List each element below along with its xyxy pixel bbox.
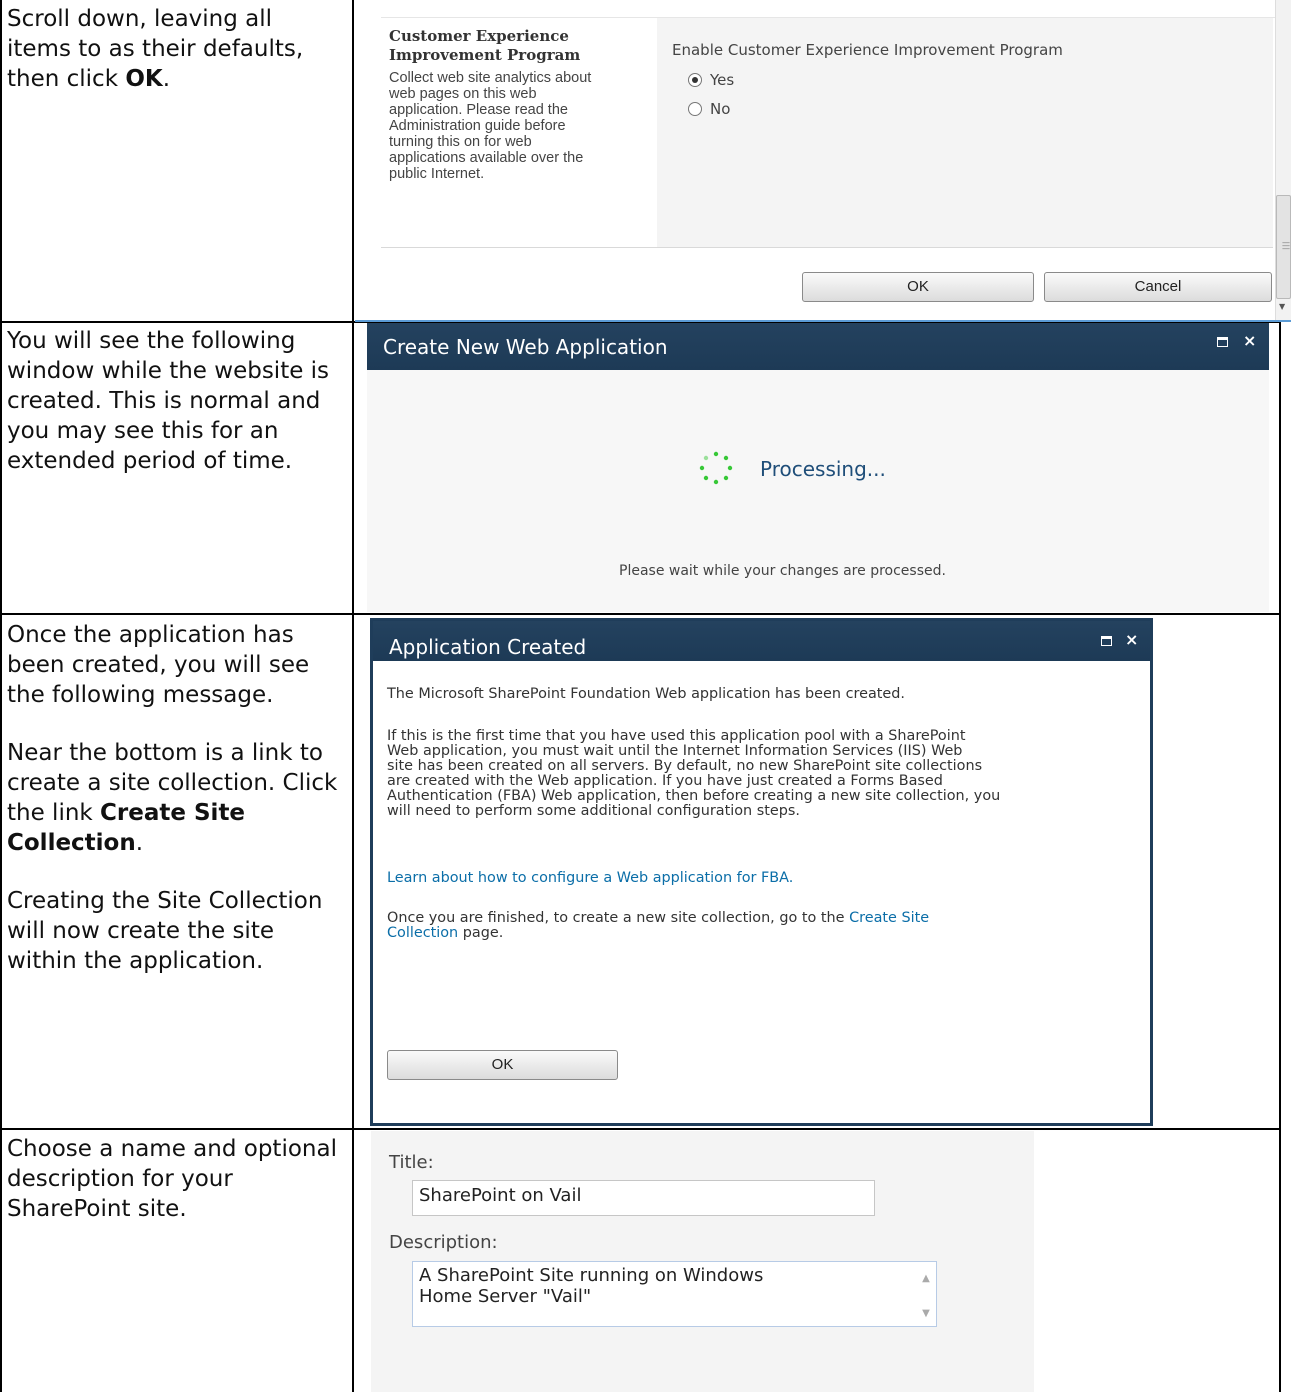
created-info-paragraph: If this is the first time that you have … [387,729,1147,819]
maximize-icon[interactable] [1101,636,1112,646]
cancel-button[interactable]: Cancel [1044,272,1272,302]
learn-fba-link[interactable]: Learn about how to configure a Web appli… [387,871,793,886]
info-line: site has been created on all servers. By… [387,758,983,774]
ceip-title-line: Customer Experience [389,27,569,45]
table-row-divider-2 [0,613,1281,615]
ceip-desc-line: Administration guide before [389,118,566,134]
info-line: Web application, you must wait until the… [387,743,963,759]
create-site-collection-link[interactable]: Collection [387,925,458,941]
textarea-scroll-up-icon[interactable]: ▲ [918,1273,934,1284]
ceip-title-line: Improvement Program [389,46,581,64]
description-label: Description: [389,1232,498,1253]
site-details-panel: Title: SharePoint on Vail Description: A… [371,1131,1034,1392]
instruction-row-2: You will see the following window while … [7,326,342,476]
ceip-option-label: Enable Customer Experience Improvement P… [672,41,1063,59]
finish-paragraph: Once you are finished, to create a new s… [387,911,1147,941]
created-dialog-header: Application Created × [373,621,1150,661]
instruction-bold-ok: OK [125,66,163,92]
created-message: The Microsoft SharePoint Foundation Web … [387,686,905,702]
section-bottom-rule [381,247,1273,248]
instruction-text: Choose a name and optional description f… [7,1136,337,1222]
table-border-left [0,0,2,1392]
yes-radio[interactable] [688,73,702,87]
title-label: Title: [389,1152,434,1173]
table-column-divider [352,0,354,1392]
info-line: If this is the first time that you have … [387,728,966,744]
processing-status: Processing... [760,457,886,481]
create-site-collection-link[interactable]: Create Site [849,910,929,926]
instruction-text: . [135,830,144,856]
instruction-row-1: Scroll down, leaving all items to as the… [7,4,342,94]
textarea-scroll-down-icon[interactable]: ▼ [918,1308,934,1319]
instruction-row-4: Choose a name and optional description f… [7,1134,342,1224]
info-line: Authentication (FBA) Web application, th… [387,788,1001,804]
instruction-row-3: Once the application has been created, y… [7,620,342,976]
ceip-desc-line: web pages on this web [389,86,537,102]
ceip-screenshot: Customer Experience Improvement Program … [355,0,1291,322]
application-created-dialog: Application Created × The Microsoft Shar… [370,618,1153,1126]
instruction-text: Once the application has been created, y… [7,622,310,708]
ok-button[interactable]: OK [802,272,1034,302]
processing-message: Please wait while your changes are proce… [619,563,946,579]
no-radio-label[interactable]: No [710,100,730,118]
yes-radio-label[interactable]: Yes [710,71,734,89]
info-line: are created with the Web application. If… [387,773,943,789]
spinner-icon [699,451,733,485]
maximize-icon[interactable] [1217,337,1228,347]
ceip-section-title: Customer Experience Improvement Program [389,27,649,65]
dialog-ok-button[interactable]: OK [387,1050,618,1080]
no-radio[interactable] [688,102,702,116]
processing-dialog-title: Create New Web Application [383,335,668,359]
description-line: Home Server "Vail" [419,1286,592,1307]
instruction-text: Creating the Site Collection will now cr… [7,888,323,974]
table-row-divider-3 [0,1128,1281,1130]
processing-dialog-body: Processing... Please wait while your cha… [367,370,1269,612]
window-bottom-edge [355,320,1291,322]
title-input[interactable]: SharePoint on Vail [412,1180,875,1216]
ceip-desc-line: applications available over the [389,150,584,166]
info-line: will need to perform some additional con… [387,803,800,819]
scroll-down-arrow-icon[interactable]: ▼ [1279,302,1285,311]
finish-text: Once you are finished, to create a new s… [387,910,850,926]
finish-text: page. [458,925,504,941]
description-textarea[interactable]: A SharePoint Site running on Windows Hom… [412,1261,937,1327]
instruction-text: . [162,66,171,92]
processing-dialog-header: Create New Web Application × [367,323,1269,370]
ceip-desc-line: Collect web site analytics about [389,70,592,86]
description-line: A SharePoint Site running on Windows [419,1265,764,1286]
instruction-text: You will see the following window while … [7,328,330,474]
ceip-desc-line: application. Please read the [389,102,568,118]
close-icon[interactable]: × [1243,333,1256,349]
scrollbar-grip-icon: — — — [1282,238,1290,253]
created-dialog-title: Application Created [389,635,587,659]
ceip-description: Collect web site analytics about web pag… [389,70,651,182]
close-icon[interactable]: × [1125,632,1138,648]
ceip-desc-line: public Internet. [389,166,485,182]
ceip-desc-line: turning this on for web [389,134,532,150]
